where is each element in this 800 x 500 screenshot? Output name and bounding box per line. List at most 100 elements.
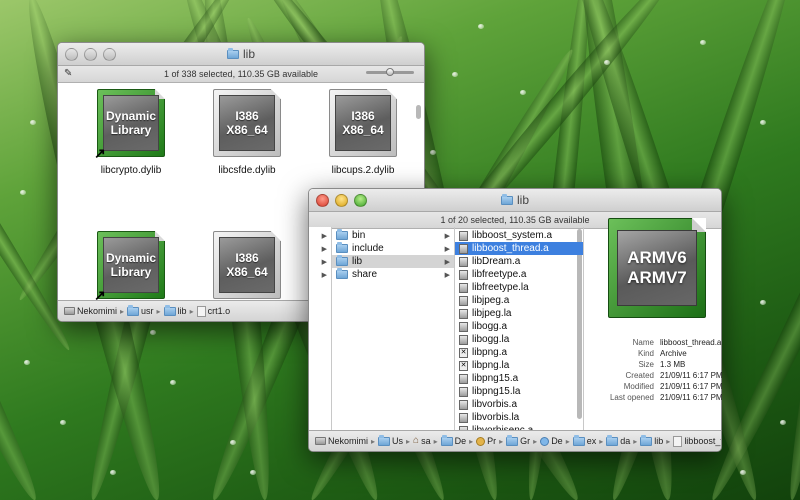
file-row[interactable]: ✕ libpng.la <box>455 359 583 372</box>
alias-arrow-icon: ↗ <box>94 145 106 161</box>
archive-file-icon <box>459 256 468 267</box>
titlebar[interactable]: lib <box>58 43 424 66</box>
disclosure-arrow-icon: ▶ <box>444 232 450 240</box>
zoom-button[interactable] <box>103 48 116 61</box>
window-title-text: lib <box>516 193 529 207</box>
parent-column-row[interactable]: ▶ <box>309 229 331 242</box>
minimize-button[interactable] <box>335 194 348 207</box>
disclosure-arrow-icon: ▶ <box>444 245 450 253</box>
image-file-icon: ✕ <box>459 347 468 358</box>
column-files[interactable]: libboost_system.a libboost_thread.a libDre… <box>455 227 584 431</box>
file-row[interactable]: libfreetype.la <box>455 281 583 294</box>
path-crumb[interactable]: ⌂ sa <box>413 436 431 447</box>
close-button[interactable] <box>316 194 329 207</box>
file-row[interactable]: ✕ libpng.a <box>455 346 583 359</box>
window-title: lib <box>226 47 255 61</box>
info-value: 21/09/11 6:17 PM <box>660 382 723 391</box>
folder-icon <box>336 268 348 279</box>
archive-file-icon <box>459 373 468 384</box>
parent-column-row[interactable]: ▶ <box>309 268 331 281</box>
file-row[interactable]: libjpeg.a <box>455 294 583 307</box>
path-crumb[interactable]: libboost_thread.a <box>673 435 721 447</box>
traffic-lights <box>316 194 367 207</box>
path-crumb[interactable]: da <box>606 434 630 446</box>
folder-icon <box>500 193 513 205</box>
path-crumb[interactable]: lib <box>163 304 187 316</box>
parent-column-row[interactable]: ▶ <box>309 255 331 268</box>
folder-icon <box>506 434 519 446</box>
preview-chip-line1: ARMV6 <box>627 248 687 267</box>
status-text: 1 of 338 selected, 110.35 GB available <box>164 69 318 79</box>
column-folders[interactable]: bin ▶ include ▶ lib ▶ share ▶ <box>332 227 455 431</box>
archive-file-icon <box>459 295 468 306</box>
info-key: Kind <box>637 349 654 358</box>
file-row[interactable]: libfreetype.a <box>455 268 583 281</box>
close-button[interactable] <box>65 48 78 61</box>
path-separator-icon: ▸ <box>433 436 438 446</box>
file-row[interactable]: libDream.a <box>455 255 583 268</box>
file-row[interactable]: libvorbis.a <box>455 398 583 411</box>
path-crumb[interactable]: lib <box>640 434 663 446</box>
file-icon-item[interactable]: Dynamic Library ↗ libcrypto.dylib <box>76 89 186 176</box>
file-row[interactable]: libboost_thread.a <box>455 242 583 255</box>
path-crumb[interactable]: Us <box>378 434 403 446</box>
folder-row[interactable]: lib ▶ <box>332 255 454 268</box>
tool-icon[interactable]: ✎ <box>64 68 72 79</box>
file-row[interactable]: libboost_system.a <box>455 229 583 242</box>
vertical-scrollbar[interactable] <box>416 105 421 119</box>
disclosure-arrow-icon: ▶ <box>321 245 327 253</box>
folder-row[interactable]: include ▶ <box>332 242 454 255</box>
path-crumb[interactable]: crt1.o <box>196 305 230 317</box>
path-crumb[interactable]: De <box>540 436 563 446</box>
minimize-button[interactable] <box>84 48 97 61</box>
folder-row[interactable]: share ▶ <box>332 268 454 281</box>
column-parent[interactable]: ▶ ▶ ▶ ▶ <box>309 227 332 431</box>
image-file-icon: ✕ <box>459 360 468 371</box>
binary-library-icon: I386 X86_64 <box>213 231 281 299</box>
parent-column-row[interactable]: ▶ <box>309 242 331 255</box>
folder-row[interactable]: bin ▶ <box>332 229 454 242</box>
file-row[interactable]: libpng15.la <box>455 385 583 398</box>
path-separator-icon: ▸ <box>533 436 538 446</box>
file-icon-item[interactable]: I386 X86_64 libcsfde.dylib <box>192 89 302 176</box>
zoom-button[interactable] <box>354 194 367 207</box>
info-value: 21/09/11 6:17 PM <box>660 371 723 380</box>
path-crumb[interactable]: usr <box>127 304 154 316</box>
info-key: Name <box>632 338 654 347</box>
path-crumb[interactable]: ex <box>572 434 596 446</box>
folder-icon <box>163 304 176 316</box>
disclosure-arrow-icon: ▶ <box>444 258 450 266</box>
folder-icon <box>127 304 140 316</box>
info-value: 1.3 MB <box>660 360 686 369</box>
disk-icon <box>315 437 326 445</box>
path-crumb[interactable]: Nekomimi <box>315 436 368 446</box>
window-title-text: lib <box>242 47 255 61</box>
file-row[interactable]: libogg.a <box>455 320 583 333</box>
path-crumb[interactable]: De <box>440 434 466 446</box>
titlebar[interactable]: lib <box>309 189 721 212</box>
path-bar: Nekomimi ▸ Us ▸ ⌂ sa ▸ De ▸ Pr ▸ Gr ▸ De ▸ ex ▸ da ▸ lib ▸ li… <box>309 430 721 451</box>
window-title: lib <box>500 193 529 207</box>
path-crumb[interactable]: Pr <box>476 436 496 446</box>
path-crumb[interactable]: Nekomimi <box>64 306 117 316</box>
dynamic-library-icon: Dynamic Library ↗ <box>94 231 165 302</box>
slider-knob[interactable] <box>386 68 394 76</box>
path-separator-icon: ▸ <box>406 436 411 446</box>
folder-icon <box>572 434 585 446</box>
file-name: libcups.2.dylib <box>331 165 395 176</box>
file-name: libcsfde.dylib <box>218 165 276 176</box>
icon-size-slider[interactable] <box>366 68 414 76</box>
smile-icon <box>476 436 486 446</box>
file-row[interactable]: libogg.la <box>455 333 583 346</box>
globe-icon <box>540 436 550 446</box>
archive-file-icon <box>459 334 468 345</box>
dynamic-library-icon: Dynamic Library ↗ <box>94 89 165 161</box>
path-crumb[interactable]: Gr <box>506 434 530 446</box>
file-icon-item[interactable]: I386 X86_64 libcups.2.dylib <box>308 89 418 176</box>
file-icon <box>196 305 206 317</box>
file-row[interactable]: libpng15.a <box>455 372 583 385</box>
folder-icon <box>378 434 391 446</box>
file-row[interactable]: libjpeg.la <box>455 307 583 320</box>
archive-file-icon <box>459 308 468 319</box>
file-row[interactable]: libvorbis.la <box>455 411 583 424</box>
